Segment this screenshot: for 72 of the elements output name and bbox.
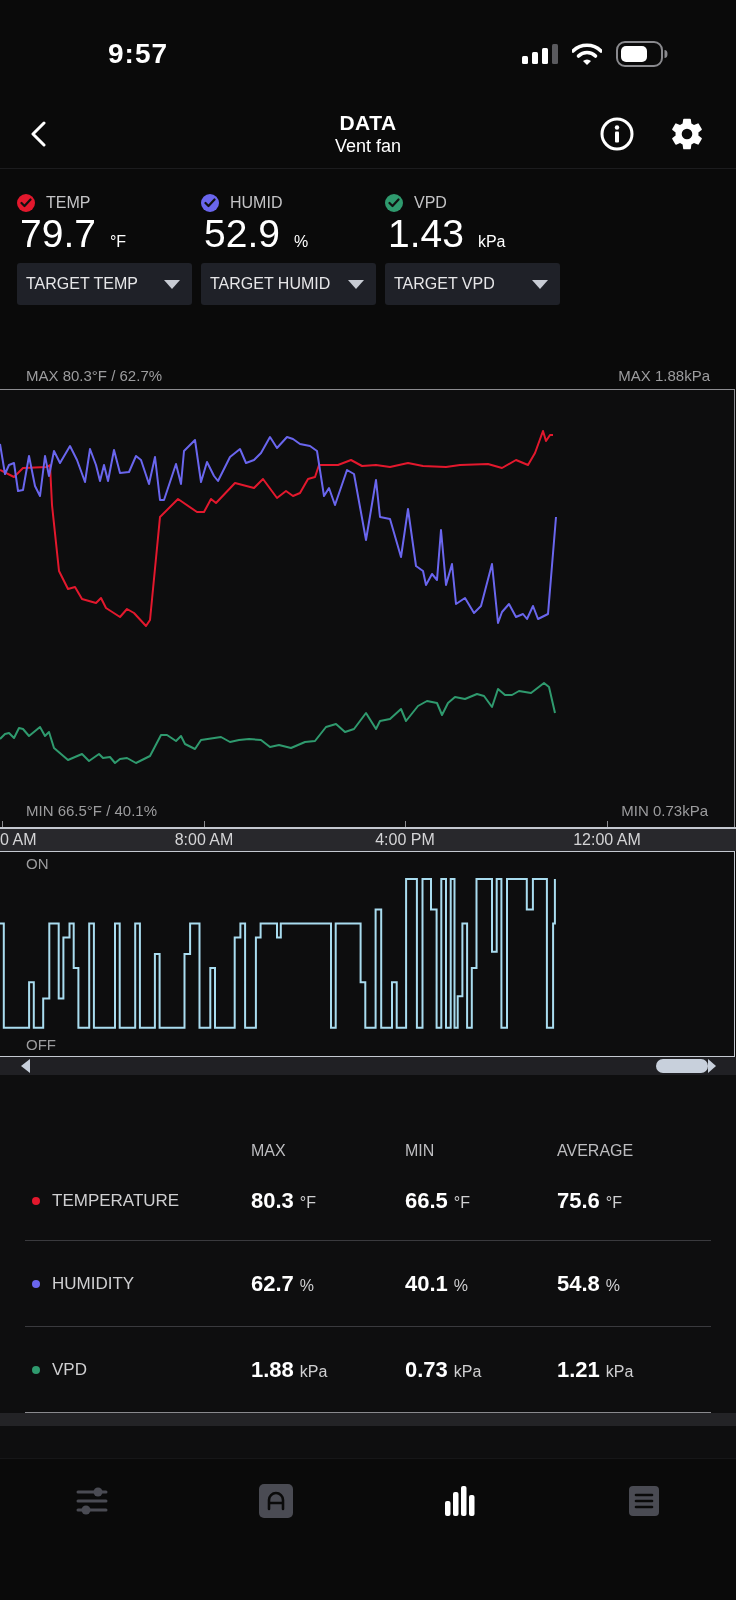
sensor-value: 52.9 <box>204 214 280 254</box>
wifi-icon <box>572 43 602 65</box>
caret-icon <box>348 279 364 289</box>
time-axis-label: 4:00 PM <box>375 830 435 850</box>
settings-button[interactable] <box>670 117 704 151</box>
stat-value: 0.73 <box>405 1356 448 1384</box>
chart-max-label: MAX 1.88kPa <box>618 367 710 385</box>
stat-value: 54.8 <box>557 1270 600 1298</box>
page-title: DATA <box>339 111 397 135</box>
fan-on-label: ON <box>26 855 49 873</box>
caret-icon <box>164 279 180 289</box>
chart-scrollbar[interactable] <box>0 1057 736 1075</box>
stat-unit: °F <box>605 1193 622 1213</box>
series-checkbox[interactable] <box>201 194 219 212</box>
sensor-unit: °F <box>109 232 127 252</box>
stat-unit: kPa <box>453 1362 482 1382</box>
checkmark-icon <box>388 198 400 208</box>
time-axis-label: 12:00 AM <box>573 830 641 850</box>
stat-unit: °F <box>299 1193 316 1213</box>
battery-icon <box>616 41 668 67</box>
stat-unit: % <box>453 1276 469 1296</box>
stat-value: 1.21 <box>557 1356 600 1384</box>
chart-max-label: MAX 80.3°F / 62.7% <box>26 367 163 385</box>
stat-value: 66.5 <box>405 1187 448 1215</box>
page-subtitle: Vent fan <box>334 135 402 157</box>
sensor-value: 79.7 <box>20 214 96 254</box>
sensor-value: 1.43 <box>388 214 464 254</box>
arch-tile-icon <box>259 1484 293 1518</box>
checkmark-icon <box>204 198 216 208</box>
time-axis-label: 8:00 AM <box>174 830 234 850</box>
sensor-label: TEMP <box>46 194 91 212</box>
chart-min-label: MIN 0.73kPa <box>621 802 708 821</box>
stats-row-label: HUMIDITY <box>52 1272 135 1295</box>
info-button[interactable] <box>600 117 634 151</box>
scroll-left-icon[interactable] <box>21 1059 30 1073</box>
fan-off-label: OFF <box>26 1036 56 1054</box>
stats-column-header: MAX <box>251 1141 287 1161</box>
info-icon <box>600 117 634 151</box>
stat-unit: °F <box>453 1193 470 1213</box>
series-checkbox[interactable] <box>385 194 403 212</box>
bar-chart-icon <box>444 1486 476 1516</box>
settings-icon <box>670 117 704 151</box>
series-checkbox[interactable] <box>17 194 35 212</box>
time-axis-label: 0 AM <box>0 830 37 850</box>
target-dropdown[interactable]: TARGET VPD <box>385 263 560 305</box>
stat-unit: % <box>605 1276 621 1296</box>
caret-icon <box>532 279 548 289</box>
stat-value: 1.88 <box>251 1356 294 1384</box>
stats-row-label: TEMPERATURE <box>52 1189 180 1212</box>
target-dropdown[interactable]: TARGET HUMID <box>201 263 376 305</box>
sensor-unit: kPa <box>477 232 506 252</box>
signal-icon <box>522 44 558 64</box>
stat-unit: % <box>299 1276 315 1296</box>
stat-value: 40.1 <box>405 1270 448 1298</box>
target-dropdown[interactable]: TARGET TEMP <box>17 263 192 305</box>
checkmark-icon <box>20 198 32 208</box>
list-tile-icon <box>629 1486 659 1516</box>
sliders-icon <box>76 1487 108 1515</box>
stat-value: 80.3 <box>251 1187 294 1215</box>
stats-column-header: MIN <box>405 1141 436 1161</box>
stat-unit: kPa <box>605 1362 634 1382</box>
stats-row-label: VPD <box>52 1358 87 1381</box>
sensor-unit: % <box>293 232 309 252</box>
stats-column-header: AVERAGE <box>557 1141 635 1161</box>
stat-unit: kPa <box>299 1362 328 1382</box>
chart-min-label: MIN 66.5°F / 40.1% <box>26 802 158 821</box>
back-chevron-icon <box>30 121 46 147</box>
sensor-label: VPD <box>414 194 447 212</box>
status-time: 9:57 <box>108 38 169 70</box>
sensor-label: HUMID <box>230 194 283 212</box>
stat-value: 75.6 <box>557 1187 600 1215</box>
stat-value: 62.7 <box>251 1270 294 1298</box>
